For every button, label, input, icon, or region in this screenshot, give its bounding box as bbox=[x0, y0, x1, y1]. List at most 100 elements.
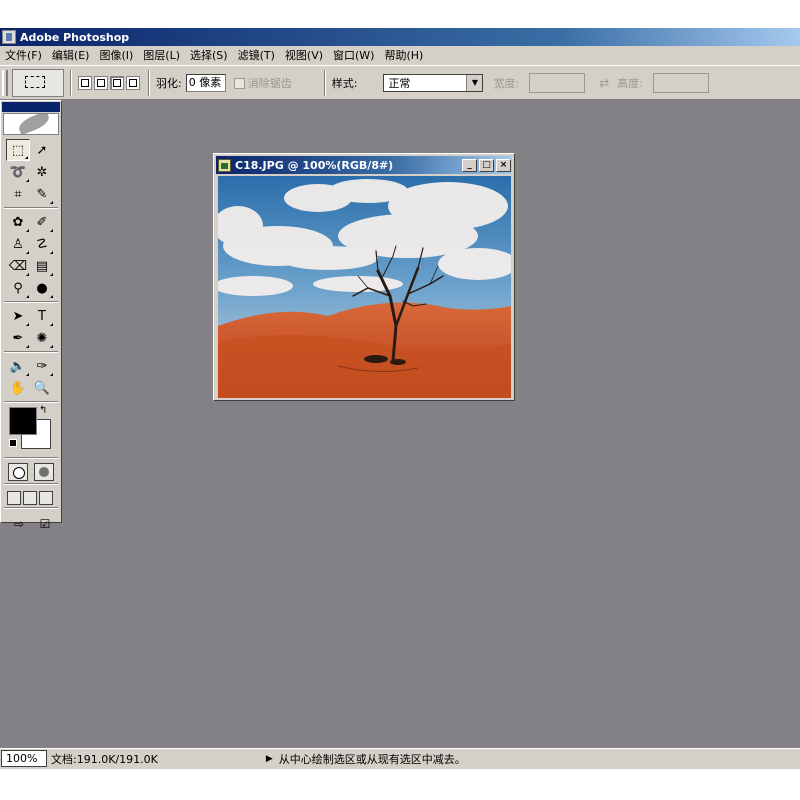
pen-icon[interactable]: ✒ bbox=[6, 327, 30, 349]
menu-bar: 文件(F) 编辑(E) 图像(I) 图层(L) 选择(S) 滤镜(T) 视图(V… bbox=[0, 46, 800, 66]
feather-logo-icon[interactable] bbox=[3, 113, 59, 135]
height-label: 高度: bbox=[617, 76, 643, 90]
menu-filter[interactable]: 滤镜(T) bbox=[233, 46, 280, 66]
document-title: C18.JPG @ 100%(RGB/8#) bbox=[235, 158, 394, 172]
add-selection-icon bbox=[97, 78, 105, 87]
zoom-level-field[interactable]: 100% bbox=[1, 750, 47, 767]
dodge-icon[interactable]: ● bbox=[30, 277, 54, 299]
toolbox-separator bbox=[4, 301, 58, 303]
options-grip[interactable] bbox=[2, 69, 8, 96]
path-selection-icon[interactable]: ➤ bbox=[6, 305, 30, 327]
chevron-down-icon[interactable]: ▼ bbox=[466, 74, 483, 91]
toolbox-separator bbox=[4, 351, 58, 353]
standard-mode-button[interactable] bbox=[8, 463, 28, 481]
full-screen-menu-mode-button[interactable] bbox=[23, 491, 37, 505]
document-size: 文档:191.0K/191.0K bbox=[51, 752, 158, 766]
lasso-icon[interactable]: ➰ bbox=[6, 161, 30, 183]
style-value: 正常 bbox=[388, 76, 411, 90]
antialias-label: 消除锯齿 bbox=[247, 76, 292, 90]
healing-brush-icon[interactable]: ✿ bbox=[6, 211, 30, 233]
maximize-button[interactable]: □ bbox=[479, 158, 494, 172]
slice-icon[interactable]: ✎ bbox=[30, 183, 54, 205]
full-screen-mode-button[interactable] bbox=[39, 491, 53, 505]
style-select[interactable]: 正常 ▼ bbox=[383, 73, 484, 92]
menu-view[interactable]: 视图(V) bbox=[280, 46, 328, 66]
move-icon[interactable]: ➚ bbox=[30, 139, 54, 161]
new-selection-button[interactable] bbox=[78, 75, 92, 90]
image-canvas[interactable] bbox=[218, 176, 511, 398]
clone-stamp-icon[interactable]: ♙ bbox=[6, 233, 30, 255]
toolbox-separator bbox=[4, 507, 58, 509]
document-window: C18.JPG @ 100%(RGB/8#) _ □ × bbox=[213, 153, 515, 401]
blur-icon[interactable]: ⚲ bbox=[6, 277, 30, 299]
toolbox-separator bbox=[4, 483, 58, 485]
window-controls: _ □ × bbox=[462, 158, 511, 172]
height-input[interactable] bbox=[652, 72, 709, 93]
brush-icon[interactable]: ✐ bbox=[30, 211, 54, 233]
history-brush-icon[interactable]: ☡ bbox=[30, 233, 54, 255]
photoshop-app: Adobe Photoshop 文件(F) 编辑(E) 图像(I) 图层(L) … bbox=[0, 0, 800, 800]
photoshop-app-icon bbox=[2, 30, 16, 44]
add-selection-button[interactable] bbox=[94, 75, 108, 90]
feather-input[interactable]: 0 像素 bbox=[185, 73, 226, 92]
menu-help[interactable]: 帮助(H) bbox=[379, 46, 428, 66]
notes-icon[interactable]: 🔈 bbox=[6, 355, 30, 377]
marquee-icon[interactable]: ⬚ bbox=[6, 139, 30, 161]
document-titlebar[interactable]: C18.JPG @ 100%(RGB/8#) _ □ × bbox=[216, 156, 512, 174]
eraser-icon[interactable]: ⌫ bbox=[6, 255, 30, 277]
menu-window[interactable]: 窗口(W) bbox=[328, 46, 379, 66]
edit-in-imageready-icon[interactable]: ☑ bbox=[34, 515, 56, 533]
zoom-icon[interactable]: 🔍 bbox=[30, 377, 54, 399]
toolbox-separator bbox=[4, 401, 58, 403]
minimize-button[interactable]: _ bbox=[462, 158, 477, 172]
standard-screen-mode-button[interactable] bbox=[7, 491, 21, 505]
options-bar: 羽化: 0 像素 消除锯齿 样式: 正常 ▼ 宽度: ⇄ 高度: bbox=[0, 66, 800, 100]
app-title: Adobe Photoshop bbox=[20, 30, 130, 44]
antialias-checkbox[interactable]: 消除锯齿 bbox=[233, 75, 292, 91]
swap-colors-icon[interactable]: ↰ bbox=[39, 405, 47, 416]
swap-dimensions-icon[interactable]: ⇄ bbox=[599, 76, 609, 90]
type-icon[interactable]: T bbox=[30, 305, 54, 327]
document-icon bbox=[218, 158, 231, 172]
magic-wand-icon[interactable]: ✲ bbox=[30, 161, 54, 183]
close-button[interactable]: × bbox=[496, 158, 511, 172]
tool-preset-picker[interactable] bbox=[12, 68, 64, 97]
custom-shape-icon[interactable]: ✺ bbox=[30, 327, 54, 349]
options-separator bbox=[70, 69, 72, 96]
quick-mask-mode-button[interactable] bbox=[34, 463, 54, 481]
subtract-selection-icon bbox=[113, 78, 121, 87]
menu-select[interactable]: 选择(S) bbox=[185, 46, 233, 66]
style-label: 样式: bbox=[331, 76, 358, 90]
antialias-check-icon bbox=[233, 78, 245, 89]
new-selection-icon bbox=[81, 78, 89, 87]
hand-icon[interactable]: ✋ bbox=[6, 377, 30, 399]
jump-to-imageready-icon[interactable]: ⇨ bbox=[8, 515, 30, 533]
eyedropper-icon[interactable]: ✑ bbox=[30, 355, 54, 377]
width-label: 宽度: bbox=[493, 76, 520, 90]
menu-edit[interactable]: 编辑(E) bbox=[47, 46, 95, 66]
status-menu-arrow-icon[interactable]: ▶ bbox=[266, 754, 273, 764]
foreground-color-swatch[interactable] bbox=[9, 407, 37, 435]
default-colors-icon[interactable] bbox=[9, 439, 17, 447]
width-input[interactable] bbox=[529, 72, 586, 93]
options-separator bbox=[148, 69, 150, 96]
intersect-selection-icon bbox=[129, 78, 137, 87]
gradient-icon[interactable]: ▤ bbox=[30, 255, 54, 277]
options-separator bbox=[323, 69, 326, 96]
toolbox-titlebar[interactable] bbox=[2, 102, 60, 112]
subtract-selection-button[interactable] bbox=[110, 75, 124, 90]
status-hint: 从中心绘制选区或从现有选区中减去。 bbox=[278, 752, 466, 766]
app-titlebar: Adobe Photoshop bbox=[0, 28, 800, 46]
desert-tree-image bbox=[218, 176, 511, 398]
crop-icon[interactable]: ⌗ bbox=[6, 183, 30, 205]
menu-layer[interactable]: 图层(L) bbox=[138, 46, 185, 66]
toolbox-separator bbox=[4, 457, 58, 459]
bottom-strip bbox=[0, 768, 800, 800]
color-swatches: ↰ bbox=[1, 405, 61, 455]
menu-image[interactable]: 图像(I) bbox=[94, 46, 138, 66]
menu-file[interactable]: 文件(F) bbox=[0, 46, 47, 66]
toolbox: ⬚ ➚ ➰ ✲ ⌗ ✎ ✿ ✐ ♙ ☡ ⌫ ▤ ⚲ ● ➤ T ✒ ✺ 🔈 ✑ … bbox=[0, 100, 62, 531]
feather-label: 羽化: bbox=[156, 76, 182, 90]
intersect-selection-button[interactable] bbox=[126, 75, 140, 90]
toolbox-separator bbox=[4, 207, 58, 209]
